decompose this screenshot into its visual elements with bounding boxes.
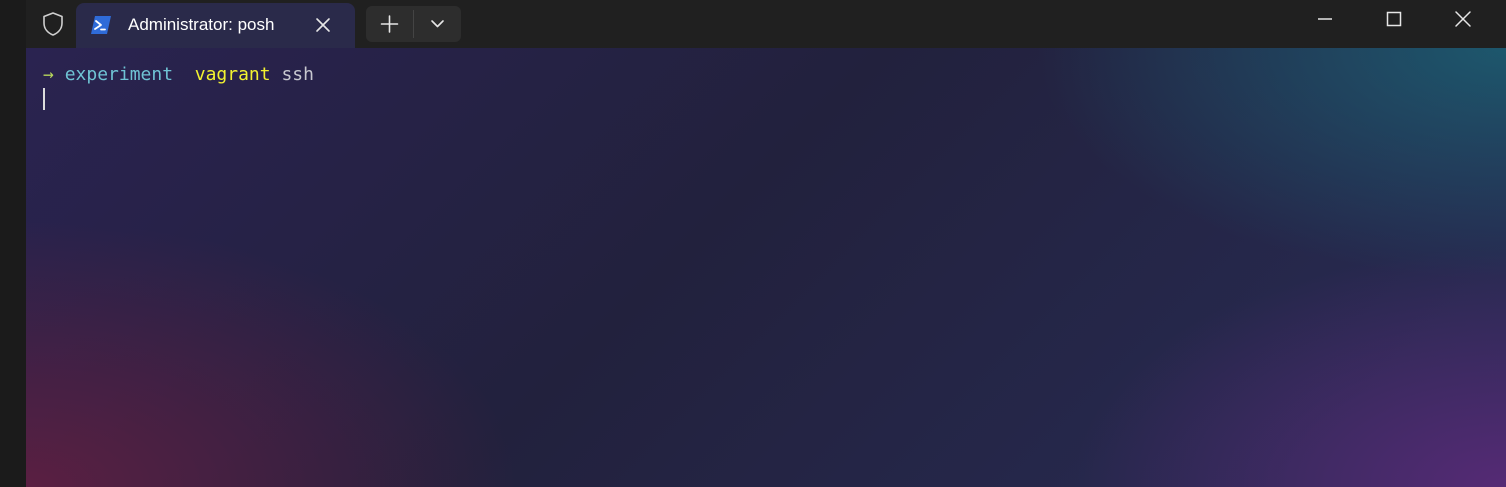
shield-icon xyxy=(40,11,66,37)
prompt-arrow: → xyxy=(43,64,54,85)
tab-close-icon[interactable] xyxy=(312,14,334,36)
close-icon xyxy=(1455,11,1471,27)
text-cursor xyxy=(43,88,45,110)
terminal-pane[interactable]: → experiment vagrant ssh xyxy=(26,48,1506,487)
new-tab-button[interactable] xyxy=(366,6,413,42)
maximize-button[interactable] xyxy=(1360,0,1429,38)
prompt-line: → experiment vagrant ssh xyxy=(43,64,314,86)
command-name: vagrant xyxy=(194,64,271,85)
minimize-icon xyxy=(1318,18,1332,20)
command-arguments: ssh xyxy=(281,64,314,85)
maximize-icon xyxy=(1386,11,1402,27)
title-bar[interactable]: Administrator: posh xyxy=(26,0,1506,48)
tab-title: Administrator: posh xyxy=(128,15,275,34)
close-window-button[interactable] xyxy=(1429,0,1498,38)
terminal-window: Administrator: posh → experiment vagrant… xyxy=(26,0,1506,487)
desktop-background xyxy=(0,0,26,487)
powershell-icon xyxy=(90,15,112,35)
tab-administrator-posh[interactable]: Administrator: posh xyxy=(76,3,355,48)
prompt-directory: experiment xyxy=(64,64,174,85)
tab-dropdown-button[interactable] xyxy=(414,6,461,42)
minimize-button[interactable] xyxy=(1291,0,1360,38)
new-tab-group xyxy=(366,6,461,42)
